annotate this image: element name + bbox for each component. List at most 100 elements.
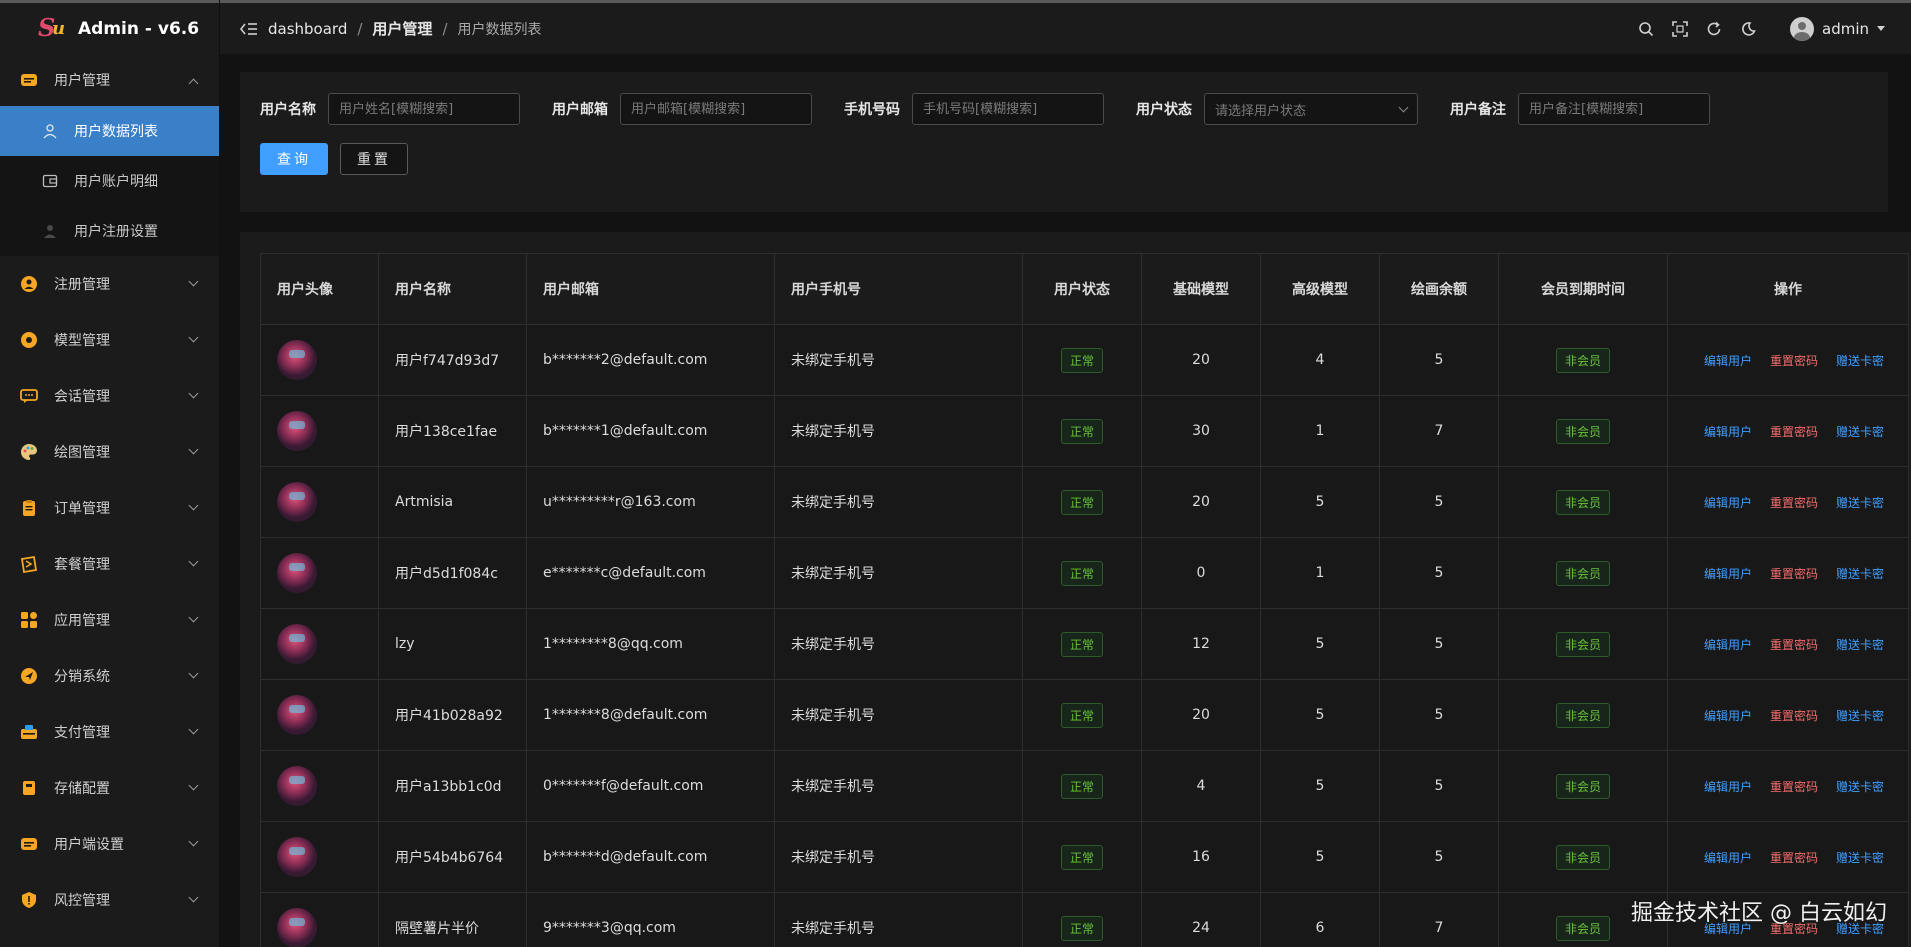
table-row: Artmisia u*********r@163.com 未绑定手机号 正常 20 5 5 非… [260, 466, 1909, 538]
chat-icon [20, 387, 38, 405]
phone-search-input[interactable] [912, 93, 1104, 125]
gift-card-link[interactable]: 赠送卡密 [1836, 565, 1884, 582]
sidebar-item-1[interactable]: 注册管理 [0, 256, 219, 312]
edit-user-link[interactable]: 编辑用户 [1704, 636, 1752, 653]
gift-card-link[interactable]: 赠送卡密 [1836, 636, 1884, 653]
cell-phone: 未绑定手机号 [774, 466, 1023, 538]
gift-card-link[interactable]: 赠送卡密 [1836, 494, 1884, 511]
cell-draw-balance: 5 [1379, 821, 1499, 893]
chevron-down-icon [188, 444, 199, 455]
cell-vip-expire: 非会员 [1498, 750, 1668, 822]
edit-user-link[interactable]: 编辑用户 [1704, 352, 1752, 369]
gift-card-link[interactable]: 赠送卡密 [1836, 352, 1884, 369]
reset-password-link[interactable]: 重置密码 [1770, 565, 1818, 582]
cell-username: 用户54b4b6764 [378, 821, 527, 893]
cell-advanced-model: 6 [1260, 892, 1380, 947]
sidebar-item-11[interactable]: 用户端设置 [0, 816, 219, 872]
model-icon [20, 331, 38, 349]
row-actions: 编辑用户 重置密码 赠送卡密 [1684, 636, 1908, 653]
sidebar-item-label: 注册管理 [54, 277, 110, 293]
collapse-sidebar-icon[interactable] [239, 22, 258, 36]
reset-password-link[interactable]: 重置密码 [1770, 494, 1818, 511]
cell-draw-balance: 5 [1379, 324, 1499, 396]
breadcrumb-dashboard[interactable]: dashboard [268, 20, 347, 38]
gift-card-link[interactable]: 赠送卡密 [1836, 423, 1884, 440]
moon-icon[interactable] [1740, 21, 1756, 37]
sidebar-item-label: 绘图管理 [54, 445, 110, 461]
column-header: 用户状态 [1022, 253, 1142, 325]
watermark: 掘金技术社区 @ 白云如幻 [1631, 901, 1887, 926]
edit-user-link[interactable]: 编辑用户 [1704, 494, 1752, 511]
cell-avatar [260, 821, 379, 893]
sidebar-subitem-1[interactable]: 用户账户明细 [0, 156, 219, 206]
edit-user-link[interactable]: 编辑用户 [1704, 423, 1752, 440]
top-header: dashboard / 用户管理 / 用户数据列表 admin [220, 0, 1911, 54]
status-select[interactable]: 请选择用户状态 [1204, 93, 1418, 125]
sidebar-item-12[interactable]: 风控管理 [0, 872, 219, 928]
sidebar-item-9[interactable]: 支付管理 [0, 704, 219, 760]
reset-password-link[interactable]: 重置密码 [1770, 636, 1818, 653]
table-row: 用户138ce1fae b*******1@default.com 未绑定手机号 正常… [260, 395, 1909, 467]
remark-search-input[interactable] [1518, 93, 1710, 125]
status-badge: 正常 [1060, 773, 1103, 799]
cell-basic-model: 0 [1141, 537, 1261, 609]
cell-draw-balance: 5 [1379, 750, 1499, 822]
gift-card-link[interactable]: 赠送卡密 [1836, 707, 1884, 724]
reset-password-link[interactable]: 重置密码 [1770, 707, 1818, 724]
status-badge: 正常 [1060, 915, 1103, 941]
edit-user-link[interactable]: 编辑用户 [1704, 707, 1752, 724]
sidebar: Su Admin - v6.6 用户管理 用户数据列表 用户账户明细 用户注册设置 注册… [0, 0, 220, 947]
fullscreen-icon[interactable] [1672, 20, 1688, 37]
status-select-placeholder: 请选择用户状态 [1215, 103, 1307, 119]
sidebar-item-7[interactable]: 应用管理 [0, 592, 219, 648]
email-search-input[interactable] [620, 93, 812, 125]
cell-email: b*******d@default.com [526, 821, 775, 893]
sidebar-item-4[interactable]: 绘图管理 [0, 424, 219, 480]
cell-status: 正常 [1022, 679, 1142, 751]
search-panel: 用户名称 用户邮箱 手机号码 用户状态 请选择用户状态 用户备注 查询 重置 [240, 72, 1888, 212]
cell-vip-expire: 非会员 [1498, 395, 1668, 467]
status-badge: 正常 [1060, 560, 1103, 586]
cell-avatar [260, 892, 379, 947]
edit-user-link[interactable]: 编辑用户 [1704, 565, 1752, 582]
cell-phone: 未绑定手机号 [774, 537, 1023, 609]
sidebar-item-8[interactable]: 分销系统 [0, 648, 219, 704]
field-label: 用户邮箱 [552, 102, 608, 118]
sidebar-item-label: 用户端设置 [54, 837, 124, 853]
sidebar-item-10[interactable]: 存储配置 [0, 760, 219, 816]
edit-user-link[interactable]: 编辑用户 [1704, 778, 1752, 795]
gift-card-link[interactable]: 赠送卡密 [1836, 778, 1884, 795]
reset-password-link[interactable]: 重置密码 [1770, 423, 1818, 440]
chevron-down-icon [188, 668, 199, 679]
sidebar-item-6[interactable]: 套餐管理 [0, 536, 219, 592]
breadcrumb: dashboard / 用户管理 / 用户数据列表 [268, 18, 542, 39]
table-row: 用户41b028a92 1*******8@default.com 未绑定手机号 正常… [260, 679, 1909, 751]
field-label: 手机号码 [844, 102, 900, 118]
vip-badge: 非会员 [1555, 773, 1610, 799]
table-header-row: 用户头像 用户名称 用户邮箱 用户手机号 用户状态 基础模型 高级模型 绘画余额 会员到期时间操… [260, 253, 1909, 325]
cell-basic-model: 20 [1141, 324, 1261, 396]
query-button[interactable]: 查询 [260, 143, 328, 175]
sidebar-item-3[interactable]: 会话管理 [0, 368, 219, 424]
edit-user-link[interactable]: 编辑用户 [1704, 849, 1752, 866]
search-icon[interactable] [1638, 21, 1654, 37]
reset-password-link[interactable]: 重置密码 [1770, 352, 1818, 369]
sidebar-subitem-0[interactable]: 用户数据列表 [0, 106, 219, 156]
sidebar-subitem-2[interactable]: 用户注册设置 [0, 206, 219, 256]
user-menu[interactable]: admin [1790, 16, 1885, 41]
sidebar-item-0[interactable]: 用户管理 [0, 54, 219, 106]
cell-avatar [260, 679, 379, 751]
breadcrumb-user-management[interactable]: 用户管理 [372, 18, 432, 39]
sidebar-item-2[interactable]: 模型管理 [0, 312, 219, 368]
cell-basic-model: 20 [1141, 466, 1261, 538]
field-phone: 手机号码 [844, 93, 1104, 125]
reset-button[interactable]: 重置 [340, 143, 408, 175]
reset-password-link[interactable]: 重置密码 [1770, 778, 1818, 795]
gift-card-link[interactable]: 赠送卡密 [1836, 849, 1884, 866]
table-row: 用户54b4b6764 b*******d@default.com 未绑定手机号 正常… [260, 821, 1909, 893]
reset-password-link[interactable]: 重置密码 [1770, 849, 1818, 866]
sidebar-item-5[interactable]: 订单管理 [0, 480, 219, 536]
refresh-icon[interactable] [1706, 21, 1722, 37]
username-search-input[interactable] [328, 93, 520, 125]
status-badge: 正常 [1060, 418, 1103, 444]
